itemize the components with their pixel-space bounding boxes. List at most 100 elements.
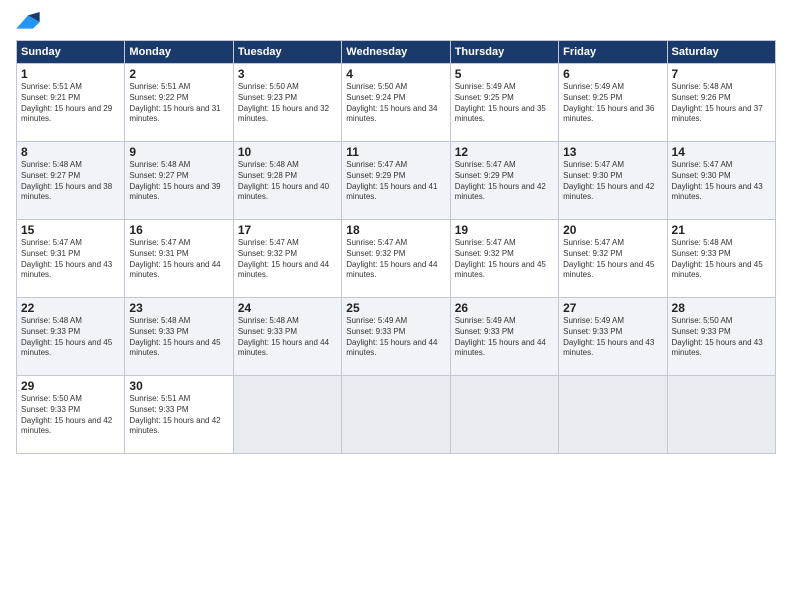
day-info: Sunrise: 5:47 AMSunset: 9:32 PMDaylight:…	[563, 238, 662, 281]
day-info: Sunrise: 5:50 AMSunset: 9:33 PMDaylight:…	[21, 394, 120, 437]
day-number: 23	[129, 301, 228, 315]
calendar-cell	[233, 376, 341, 454]
calendar-cell: 28Sunrise: 5:50 AMSunset: 9:33 PMDayligh…	[667, 298, 775, 376]
day-number: 2	[129, 67, 228, 81]
day-info: Sunrise: 5:48 AMSunset: 9:28 PMDaylight:…	[238, 160, 337, 203]
calendar-cell: 11Sunrise: 5:47 AMSunset: 9:29 PMDayligh…	[342, 142, 450, 220]
calendar-cell: 13Sunrise: 5:47 AMSunset: 9:30 PMDayligh…	[559, 142, 667, 220]
day-info: Sunrise: 5:49 AMSunset: 9:33 PMDaylight:…	[563, 316, 662, 359]
day-info: Sunrise: 5:47 AMSunset: 9:32 PMDaylight:…	[238, 238, 337, 281]
day-number: 29	[21, 379, 120, 393]
day-number: 3	[238, 67, 337, 81]
day-number: 27	[563, 301, 662, 315]
day-info: Sunrise: 5:49 AMSunset: 9:33 PMDaylight:…	[346, 316, 445, 359]
day-number: 24	[238, 301, 337, 315]
day-number: 4	[346, 67, 445, 81]
day-number: 20	[563, 223, 662, 237]
calendar-cell	[667, 376, 775, 454]
header-cell-saturday: Saturday	[667, 41, 775, 64]
calendar-cell: 14Sunrise: 5:47 AMSunset: 9:30 PMDayligh…	[667, 142, 775, 220]
day-number: 13	[563, 145, 662, 159]
calendar-cell: 6Sunrise: 5:49 AMSunset: 9:25 PMDaylight…	[559, 64, 667, 142]
calendar-table: SundayMondayTuesdayWednesdayThursdayFrid…	[16, 40, 776, 454]
calendar-cell: 5Sunrise: 5:49 AMSunset: 9:25 PMDaylight…	[450, 64, 558, 142]
day-info: Sunrise: 5:48 AMSunset: 9:33 PMDaylight:…	[238, 316, 337, 359]
day-number: 7	[672, 67, 771, 81]
day-number: 16	[129, 223, 228, 237]
day-number: 14	[672, 145, 771, 159]
calendar-cell: 1Sunrise: 5:51 AMSunset: 9:21 PMDaylight…	[17, 64, 125, 142]
day-info: Sunrise: 5:48 AMSunset: 9:33 PMDaylight:…	[21, 316, 120, 359]
day-number: 22	[21, 301, 120, 315]
calendar-cell: 17Sunrise: 5:47 AMSunset: 9:32 PMDayligh…	[233, 220, 341, 298]
day-info: Sunrise: 5:50 AMSunset: 9:33 PMDaylight:…	[672, 316, 771, 359]
calendar-row-3: 22Sunrise: 5:48 AMSunset: 9:33 PMDayligh…	[17, 298, 776, 376]
calendar-cell: 3Sunrise: 5:50 AMSunset: 9:23 PMDaylight…	[233, 64, 341, 142]
day-number: 19	[455, 223, 554, 237]
day-number: 9	[129, 145, 228, 159]
calendar-page: SundayMondayTuesdayWednesdayThursdayFrid…	[0, 0, 792, 612]
day-info: Sunrise: 5:49 AMSunset: 9:33 PMDaylight:…	[455, 316, 554, 359]
day-info: Sunrise: 5:47 AMSunset: 9:31 PMDaylight:…	[129, 238, 228, 281]
day-info: Sunrise: 5:51 AMSunset: 9:33 PMDaylight:…	[129, 394, 228, 437]
calendar-cell: 18Sunrise: 5:47 AMSunset: 9:32 PMDayligh…	[342, 220, 450, 298]
calendar-cell: 7Sunrise: 5:48 AMSunset: 9:26 PMDaylight…	[667, 64, 775, 142]
calendar-cell: 26Sunrise: 5:49 AMSunset: 9:33 PMDayligh…	[450, 298, 558, 376]
header-cell-thursday: Thursday	[450, 41, 558, 64]
day-info: Sunrise: 5:48 AMSunset: 9:27 PMDaylight:…	[129, 160, 228, 203]
day-number: 10	[238, 145, 337, 159]
calendar-cell: 21Sunrise: 5:48 AMSunset: 9:33 PMDayligh…	[667, 220, 775, 298]
calendar-cell: 10Sunrise: 5:48 AMSunset: 9:28 PMDayligh…	[233, 142, 341, 220]
day-info: Sunrise: 5:47 AMSunset: 9:30 PMDaylight:…	[672, 160, 771, 203]
day-info: Sunrise: 5:47 AMSunset: 9:32 PMDaylight:…	[346, 238, 445, 281]
calendar-cell	[450, 376, 558, 454]
calendar-header: SundayMondayTuesdayWednesdayThursdayFrid…	[17, 41, 776, 64]
calendar-cell: 24Sunrise: 5:48 AMSunset: 9:33 PMDayligh…	[233, 298, 341, 376]
day-number: 21	[672, 223, 771, 237]
header-cell-sunday: Sunday	[17, 41, 125, 64]
calendar-cell: 16Sunrise: 5:47 AMSunset: 9:31 PMDayligh…	[125, 220, 233, 298]
day-info: Sunrise: 5:47 AMSunset: 9:31 PMDaylight:…	[21, 238, 120, 281]
calendar-cell: 20Sunrise: 5:47 AMSunset: 9:32 PMDayligh…	[559, 220, 667, 298]
day-number: 8	[21, 145, 120, 159]
day-number: 6	[563, 67, 662, 81]
day-info: Sunrise: 5:47 AMSunset: 9:29 PMDaylight:…	[455, 160, 554, 203]
header	[16, 12, 776, 32]
calendar-cell: 4Sunrise: 5:50 AMSunset: 9:24 PMDaylight…	[342, 64, 450, 142]
day-number: 12	[455, 145, 554, 159]
day-info: Sunrise: 5:47 AMSunset: 9:32 PMDaylight:…	[455, 238, 554, 281]
calendar-cell: 25Sunrise: 5:49 AMSunset: 9:33 PMDayligh…	[342, 298, 450, 376]
day-number: 1	[21, 67, 120, 81]
header-row: SundayMondayTuesdayWednesdayThursdayFrid…	[17, 41, 776, 64]
logo-icon	[16, 12, 40, 32]
logo	[16, 12, 44, 32]
calendar-cell: 8Sunrise: 5:48 AMSunset: 9:27 PMDaylight…	[17, 142, 125, 220]
day-number: 25	[346, 301, 445, 315]
calendar-cell: 27Sunrise: 5:49 AMSunset: 9:33 PMDayligh…	[559, 298, 667, 376]
day-info: Sunrise: 5:48 AMSunset: 9:33 PMDaylight:…	[129, 316, 228, 359]
day-info: Sunrise: 5:49 AMSunset: 9:25 PMDaylight:…	[455, 82, 554, 125]
calendar-cell: 29Sunrise: 5:50 AMSunset: 9:33 PMDayligh…	[17, 376, 125, 454]
calendar-row-2: 15Sunrise: 5:47 AMSunset: 9:31 PMDayligh…	[17, 220, 776, 298]
header-cell-tuesday: Tuesday	[233, 41, 341, 64]
calendar-cell: 22Sunrise: 5:48 AMSunset: 9:33 PMDayligh…	[17, 298, 125, 376]
header-cell-monday: Monday	[125, 41, 233, 64]
day-number: 30	[129, 379, 228, 393]
day-info: Sunrise: 5:49 AMSunset: 9:25 PMDaylight:…	[563, 82, 662, 125]
calendar-cell: 12Sunrise: 5:47 AMSunset: 9:29 PMDayligh…	[450, 142, 558, 220]
day-info: Sunrise: 5:50 AMSunset: 9:24 PMDaylight:…	[346, 82, 445, 125]
day-info: Sunrise: 5:48 AMSunset: 9:26 PMDaylight:…	[672, 82, 771, 125]
calendar-cell	[559, 376, 667, 454]
day-number: 15	[21, 223, 120, 237]
day-info: Sunrise: 5:51 AMSunset: 9:21 PMDaylight:…	[21, 82, 120, 125]
calendar-cell: 2Sunrise: 5:51 AMSunset: 9:22 PMDaylight…	[125, 64, 233, 142]
calendar-cell: 15Sunrise: 5:47 AMSunset: 9:31 PMDayligh…	[17, 220, 125, 298]
day-info: Sunrise: 5:47 AMSunset: 9:29 PMDaylight:…	[346, 160, 445, 203]
day-info: Sunrise: 5:47 AMSunset: 9:30 PMDaylight:…	[563, 160, 662, 203]
calendar-cell: 9Sunrise: 5:48 AMSunset: 9:27 PMDaylight…	[125, 142, 233, 220]
day-number: 11	[346, 145, 445, 159]
calendar-cell: 19Sunrise: 5:47 AMSunset: 9:32 PMDayligh…	[450, 220, 558, 298]
calendar-cell: 23Sunrise: 5:48 AMSunset: 9:33 PMDayligh…	[125, 298, 233, 376]
calendar-row-1: 8 Sunrise: 5:48 AMSunset: 9:27 PMDaylight…	[17, 142, 776, 220]
calendar-body: 1Sunrise: 5:51 AMSunset: 9:21 PMDaylight…	[17, 64, 776, 454]
